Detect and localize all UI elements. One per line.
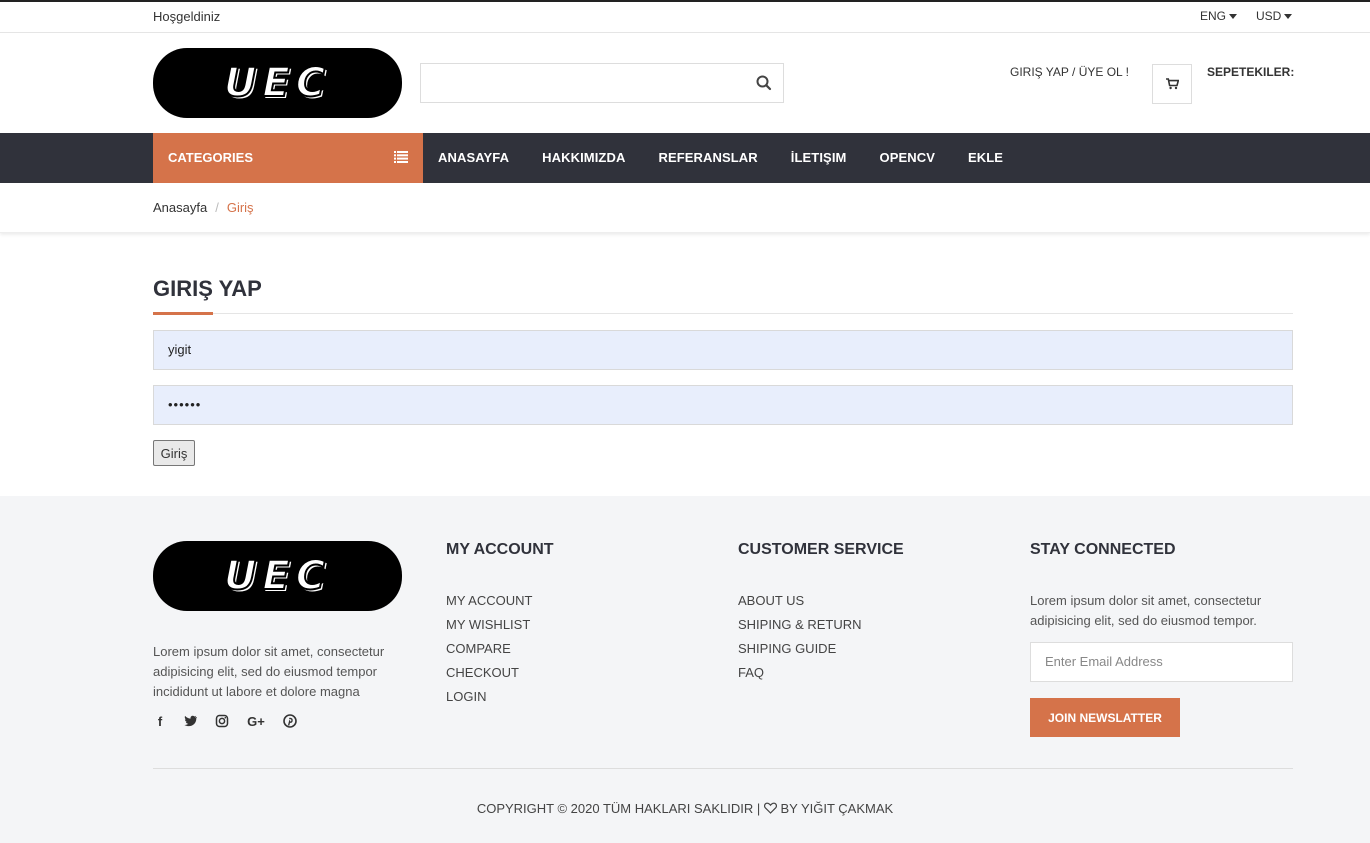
footer-link-shipping-guide[interactable]: SHIPING GUIDE [738,641,862,665]
search-input[interactable] [421,64,741,102]
nav-ekle[interactable]: EKLE [968,133,1003,183]
page-title: GIRIŞ YAP [153,276,262,301]
nav-hakkimizda[interactable]: HAKKIMIZDA [542,133,625,183]
language-selector[interactable]: ENG [1200,9,1238,23]
title-divider [153,313,1293,314]
footer-logo-text: UEC [223,552,332,600]
login-register-link[interactable]: GIRIŞ YAP / ÜYE OL ! [1010,65,1129,79]
nav-anasayfa[interactable]: ANASAYFA [438,133,509,183]
breadcrumb-current: Giriş [226,200,254,215]
breadcrumb-home[interactable]: Anasayfa [153,200,207,215]
main-navbar: CATEGORIES ANASAYFA HAKKIMIZDA REFERANSL… [0,133,1370,183]
footer-link-about-us[interactable]: ABOUT US [738,593,862,617]
footer-link-compare[interactable]: COMPARE [446,641,532,665]
social-links: f G+ [153,714,297,729]
pinterest-icon[interactable] [283,714,297,728]
username-field[interactable]: yigit [153,330,1293,370]
facebook-icon[interactable]: f [153,714,167,729]
search-box[interactable] [420,63,784,103]
instagram-icon[interactable] [215,714,229,728]
stay-connected-heading: STAY CONNECTED [1030,541,1176,558]
list-icon [394,151,408,163]
nav-referanslar[interactable]: REFERANSLAR [658,133,757,183]
login-submit-button[interactable]: Giriş [153,440,195,466]
footer-link-my-wishlist[interactable]: MY WISHLIST [446,617,532,641]
footer-logo[interactable]: UEC [153,541,402,611]
chevron-down-icon [1284,13,1293,19]
cart-label: SEPETEKILER: [1207,65,1295,79]
currency-selector[interactable]: USD [1256,9,1293,23]
breadcrumb-separator: / [215,200,219,215]
copyright-text: COPYRIGHT © 2020 TÜM HAKLARI SAKLIDIR | [476,801,761,816]
language-value: ENG [1200,9,1227,23]
my-account-heading: MY ACCOUNT [446,541,554,558]
nav-iletisim[interactable]: İLETIŞIM [791,133,847,183]
customer-service-list: ABOUT US SHIPING & RETURN SHIPING GUIDE … [738,593,862,689]
password-field[interactable]: •••••• [153,385,1293,425]
footer-link-shipping-return[interactable]: SHIPING & RETURN [738,617,862,641]
heart-icon [763,802,777,814]
nav-opencv[interactable]: OPENCV [879,133,935,183]
stay-connected-text: Lorem ipsum dolor sit amet, consectetur … [1030,593,1262,628]
google-plus-icon[interactable]: G+ [246,714,266,729]
footer-link-checkout[interactable]: CHECKOUT [446,665,532,689]
newsletter-email-input[interactable]: Enter Email Address [1030,642,1293,682]
top-bar: Hoşgeldiniz ENG USD [0,2,1370,33]
footer-link-faq[interactable]: FAQ [738,665,862,689]
logo-text: UEC [223,59,332,107]
categories-button[interactable]: CATEGORIES [153,133,423,183]
my-account-list: MY ACCOUNT MY WISHLIST COMPARE CHECKOUT … [446,593,532,713]
categories-label: CATEGORIES [168,150,253,165]
welcome-text: Hoşgeldiniz [153,9,221,24]
copyright: COPYRIGHT © 2020 TÜM HAKLARI SAKLIDIR | … [0,801,1370,816]
footer: UEC Lorem ipsum dolor sit amet, consecte… [0,496,1370,843]
currency-value: USD [1256,9,1282,23]
search-icon[interactable] [755,74,773,92]
footer-divider [153,768,1293,769]
chevron-down-icon [1229,13,1238,19]
cart-button[interactable] [1152,64,1192,104]
footer-link-login[interactable]: LOGIN [446,689,532,713]
join-newsletter-button[interactable]: JOIN NEWSLATTER [1030,698,1180,737]
site-logo[interactable]: UEC [153,48,402,118]
title-accent-bar [153,312,213,315]
twitter-icon[interactable] [184,714,198,728]
breadcrumb: Anasayfa / Giriş [0,183,1370,233]
author-text: BY YIĞIT ÇAKMAK [780,801,894,816]
customer-service-heading: CUSTOMER SERVICE [738,541,904,558]
nav-links: ANASAYFA HAKKIMIZDA REFERANSLAR İLETIŞIM… [438,133,1036,183]
footer-description: Lorem ipsum dolor sit amet, consectetur … [153,644,385,699]
cart-icon [1165,78,1179,90]
footer-link-my-account[interactable]: MY ACCOUNT [446,593,532,617]
